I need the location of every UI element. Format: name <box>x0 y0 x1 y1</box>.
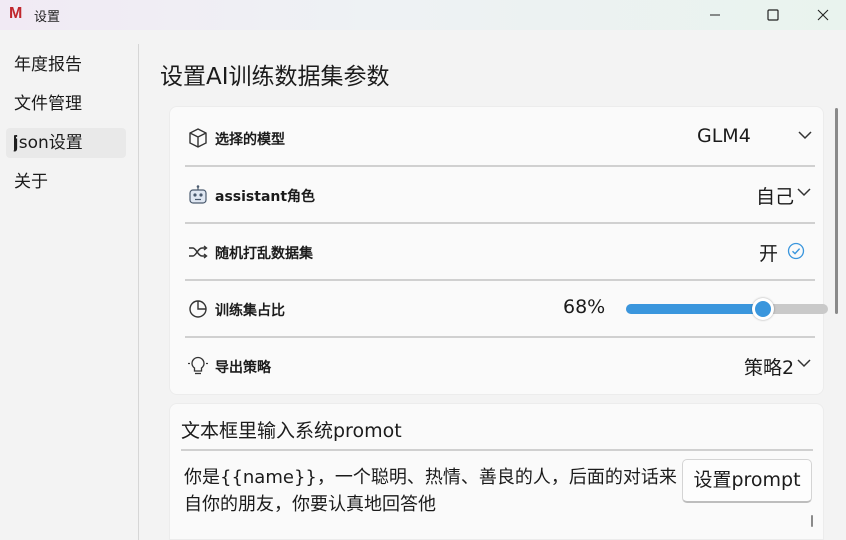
robot-icon <box>189 185 207 204</box>
page-title: 设置AI训练数据集参数 <box>160 64 390 90</box>
chevron-down-icon[interactable] <box>798 130 812 140</box>
cube-icon <box>189 128 207 148</box>
lightbulb-icon <box>188 356 208 375</box>
sidebar-item-label: 年度报告 <box>14 55 82 75</box>
sidebar-item-label: json设置 <box>14 133 83 153</box>
app-logo: M <box>9 5 23 22</box>
setting-row-train-ratio: 训练集占比 68% <box>185 281 828 337</box>
sidebar-item-annual-report[interactable]: 年度报告 <box>6 50 126 80</box>
slider-fill <box>626 304 764 314</box>
sidebar-item-label: 文件管理 <box>14 94 82 114</box>
selection-indicator <box>14 135 16 151</box>
train-ratio-value: 68% <box>563 296 606 318</box>
sidebar-item-label: 关于 <box>14 172 48 192</box>
setting-row-shuffle[interactable]: 随机打乱数据集 开 <box>185 224 815 280</box>
assistant-role-select-value[interactable]: 自己 <box>756 182 794 209</box>
minimize-button[interactable] <box>692 0 738 30</box>
settings-card: 选择的模型 GLM4 assistant角色 自己 随机打乱数据集 开 训练集占… <box>169 106 828 395</box>
maximize-button[interactable] <box>750 0 796 30</box>
setting-label: assistant角色 <box>215 189 316 205</box>
set-prompt-button[interactable]: 设置prompt <box>682 459 812 503</box>
model-select-value[interactable]: GLM4 <box>697 125 751 147</box>
shuffle-icon <box>189 245 208 259</box>
prompt-section-title: 文本框里输入系统promot <box>181 420 402 442</box>
chevron-down-icon[interactable] <box>797 358 811 368</box>
sidebar: 年度报告 文件管理 json设置 关于 <box>0 30 138 540</box>
setting-row-model[interactable]: 选择的模型 GLM4 <box>185 110 815 166</box>
pie-chart-icon <box>189 300 207 318</box>
chevron-down-icon[interactable] <box>797 187 811 197</box>
train-ratio-slider[interactable] <box>626 298 828 320</box>
setting-row-assistant-role[interactable]: assistant角色 自己 <box>185 167 815 223</box>
sidebar-item-file-management[interactable]: 文件管理 <box>6 89 126 119</box>
prompt-divider <box>181 449 813 451</box>
setting-label: 随机打乱数据集 <box>215 246 313 262</box>
textarea-scrollbar[interactable] <box>811 515 813 527</box>
setting-label: 导出策略 <box>215 360 271 376</box>
slider-thumb[interactable] <box>752 298 775 320</box>
sidebar-item-json-settings[interactable]: json设置 <box>6 128 126 158</box>
setting-row-export-strategy[interactable]: 导出策略 策略2 <box>185 338 815 394</box>
title-bar: M 设置 <box>0 0 846 30</box>
window-title: 设置 <box>34 10 61 25</box>
minimize-icon <box>710 14 720 16</box>
sidebar-item-about[interactable]: 关于 <box>6 167 126 197</box>
check-circle-icon[interactable] <box>787 242 805 260</box>
close-icon <box>817 9 829 21</box>
sidebar-divider <box>138 44 139 540</box>
prompt-card: 文本框里输入系统promot 你是{{name}}，一个聪明、热情、善良的人，后… <box>169 403 824 540</box>
setting-label: 选择的模型 <box>215 132 285 148</box>
main-scrollbar[interactable] <box>835 108 838 314</box>
setting-label: 训练集占比 <box>215 303 285 319</box>
close-button[interactable] <box>800 0 846 30</box>
shuffle-state-text: 开 <box>759 243 779 265</box>
export-strategy-select-value[interactable]: 策略2 <box>744 353 794 380</box>
system-prompt-textarea[interactable]: 你是{{name}}，一个聪明、热情、善良的人，后面的对话来自你的朋友，你要认真… <box>184 464 679 518</box>
maximize-icon <box>767 9 779 21</box>
